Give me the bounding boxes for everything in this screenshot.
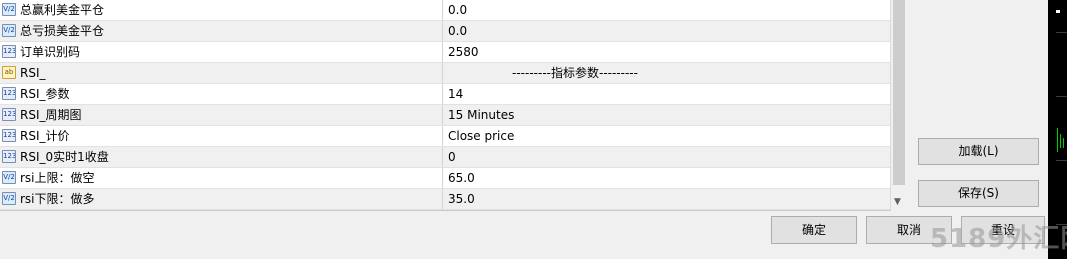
string-type-icon: ab (2, 66, 16, 79)
integer-type-icon: 123 (2, 45, 16, 58)
integer-type-icon: 123 (2, 87, 16, 100)
parameter-name-cell[interactable]: 123 RSI_0实时1收盘 (0, 147, 443, 167)
parameter-name: 总赢利美金平仓 (20, 3, 105, 17)
chart-candle (1057, 128, 1058, 152)
table-row[interactable]: V/2 rsi下限：做多 35.0 (0, 189, 890, 210)
parameter-value[interactable]: 15 Minutes (448, 105, 514, 125)
chart-candle (1063, 138, 1064, 148)
parameter-value[interactable]: 14 (448, 84, 463, 104)
parameter-name: RSI_计价 (20, 129, 70, 143)
parameter-value[interactable]: 65.0 (448, 168, 475, 188)
table-row[interactable]: V/2 总亏损美金平仓 0.0 (0, 21, 890, 42)
table-row[interactable]: 123 RSI_计价 Close price (0, 126, 890, 147)
parameter-name-cell[interactable]: 123 RSI_周期图 (0, 105, 443, 125)
table-row[interactable]: 123 订单识别码 2580 (0, 42, 890, 63)
chart-candle (1060, 134, 1061, 148)
chart-gridline (1056, 32, 1067, 33)
parameter-name: rsi下限：做多 (20, 192, 95, 206)
load-button[interactable]: 加载(L) (918, 138, 1039, 165)
chart-price-mark (1056, 10, 1060, 13)
parameter-name: 订单识别码 (20, 45, 81, 59)
parameter-name-cell[interactable]: V/2 rsi上限：做空 (0, 168, 443, 188)
double-type-icon: V/2 (2, 171, 16, 184)
chart-gridline (1056, 160, 1067, 161)
parameter-value[interactable]: 0 (448, 147, 456, 167)
parameter-name-cell[interactable]: 123 RSI_参数 (0, 84, 443, 104)
parameter-name: RSI_周期图 (20, 108, 82, 122)
table-row[interactable]: 123 RSI_0实时1收盘 0 (0, 147, 890, 168)
double-type-icon: V/2 (2, 192, 16, 205)
chart-gridline (1056, 96, 1067, 97)
parameter-value[interactable]: Close price (448, 126, 514, 146)
save-button[interactable]: 保存(S) (918, 180, 1039, 207)
parameter-name: RSI_ (20, 66, 46, 80)
parameter-value[interactable]: 0.0 (448, 21, 467, 41)
scrollbar-thumb[interactable] (893, 0, 905, 185)
integer-type-icon: 123 (2, 129, 16, 142)
parameter-name-cell[interactable]: 123 订单识别码 (0, 42, 443, 62)
vertical-scrollbar[interactable]: ▼ (890, 0, 907, 210)
double-type-icon: V/2 (2, 3, 16, 16)
ok-button[interactable]: 确定 (771, 216, 857, 244)
parameter-name-cell[interactable]: ab RSI_ (0, 63, 443, 83)
parameter-name-cell[interactable]: V/2 rsi下限：做多 (0, 189, 443, 209)
integer-type-icon: 123 (2, 150, 16, 163)
table-row[interactable]: 123 RSI_参数 14 (0, 84, 890, 105)
parameter-name: rsi上限：做空 (20, 171, 95, 185)
parameter-name-cell[interactable]: 123 RSI_计价 (0, 126, 443, 146)
integer-type-icon: 123 (2, 108, 16, 121)
table-row[interactable]: 123 RSI_周期图 15 Minutes (0, 105, 890, 126)
parameter-value[interactable]: ---------指标参数--------- (448, 63, 702, 83)
scroll-down-arrow-icon[interactable]: ▼ (894, 197, 901, 207)
parameter-name-cell[interactable]: V/2 总赢利美金平仓 (0, 0, 443, 20)
table-row[interactable]: V/2 总赢利美金平仓 0.0 (0, 0, 890, 21)
parameter-value[interactable]: 0.0 (448, 0, 467, 20)
watermark-logo: 5189外汇网 (930, 224, 1067, 254)
parameter-name: RSI_参数 (20, 87, 70, 101)
parameter-name-cell[interactable]: V/2 总亏损美金平仓 (0, 21, 443, 41)
table-row[interactable]: ab RSI_ ---------指标参数--------- (0, 63, 890, 84)
double-type-icon: V/2 (2, 24, 16, 37)
parameter-name: RSI_0实时1收盘 (20, 150, 109, 164)
parameter-name: 总亏损美金平仓 (20, 24, 105, 38)
parameters-grid: V/2 总赢利美金平仓 0.0 V/2 总亏损美金平仓 0.0 123 订单识别… (0, 0, 891, 211)
table-row[interactable]: V/2 rsi上限：做空 65.0 (0, 168, 890, 189)
parameter-value[interactable]: 35.0 (448, 189, 475, 209)
parameter-value[interactable]: 2580 (448, 42, 479, 62)
